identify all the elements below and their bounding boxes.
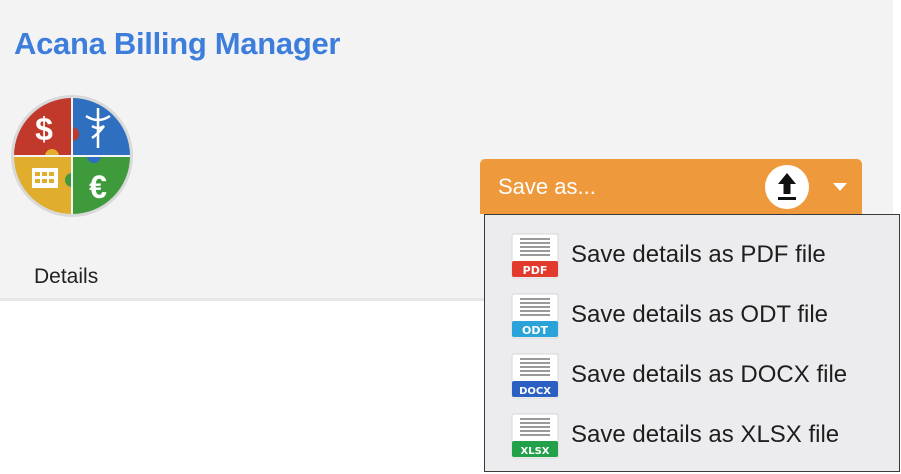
menu-item-label: Save details as PDF file [571,241,826,268]
details-tab-label: Details [34,265,99,288]
save-as-dropdown-menu: PDF Save details as PDF file ODT Save de… [484,214,900,472]
save-as-button[interactable]: Save as... [480,159,862,214]
svg-text:€: € [89,169,107,205]
app-title: Acana Billing Manager [14,26,341,61]
menu-item-save-xlsx[interactable]: XLSX Save details as XLSX file [485,395,899,459]
odt-file-icon: ODT [511,293,559,339]
xlsx-file-icon: XLSX [511,413,559,459]
docx-file-icon: DOCX [511,353,559,399]
chevron-down-icon[interactable] [833,183,847,191]
menu-item-save-pdf[interactable]: PDF Save details as PDF file [485,215,899,279]
menu-item-save-odt[interactable]: ODT Save details as ODT file [485,275,899,339]
details-divider [0,298,484,301]
menu-item-label: Save details as ODT file [571,301,829,328]
app-window: Acana Billing Manager $ € Details Save a… [0,0,901,474]
upload-icon [765,165,809,209]
menu-item-label: Save details as DOCX file [571,361,848,388]
svg-text:$: $ [35,111,53,147]
billing-logo-icon: $ € [11,95,133,217]
menu-item-label: Save details as XLSX file [571,421,840,448]
save-as-label: Save as... [498,174,596,199]
xlsx-badge: XLSX [521,446,550,457]
menu-item-save-docx[interactable]: DOCX Save details as DOCX file [485,335,899,399]
pdf-file-icon: PDF [511,233,559,279]
